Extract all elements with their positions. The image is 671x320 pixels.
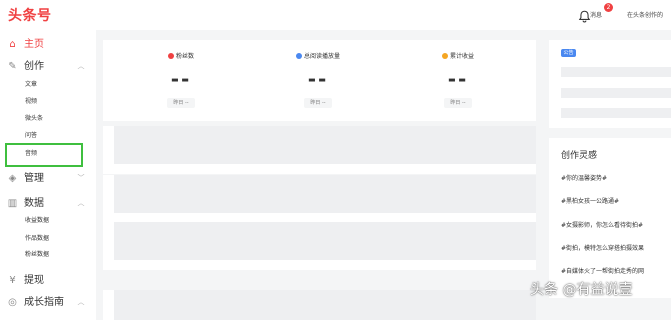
app-logo[interactable]: 头条号 [8,5,52,25]
sidebar-item-label: 创作 [24,61,44,72]
stat-yesterday: 昨日 -- [304,98,332,108]
stat-value: -- [307,67,329,91]
sidebar-item-home[interactable]: ⌂ 主页 [0,36,96,54]
creator-link[interactable]: 在头条创作的 [627,10,663,19]
inspiration-topic[interactable]: #你的温馨姿势# [561,175,607,183]
stat-fans: 粉丝数 -- 昨日 -- [131,40,231,121]
chevron-down-icon: ﹀ [77,174,85,182]
chevron-up-icon: ︿ [77,199,85,207]
stat-revenue: 累计收益 -- 昨日 -- [408,40,508,121]
sidebar-subitem-content-data[interactable]: 作品数据 [25,235,49,243]
notice-card: 公告 [549,40,671,128]
sidebar-item-label: 提现 [24,275,44,286]
sidebar: ⌂ 主页 ✎ 创作 ︿ 文章 视频 微头条 问答 音频 ◈ 管理 ﹀ ▥ 数据 … [0,30,96,320]
inspiration-topic[interactable]: #自媒体火了一帮街拍走秀的网 [561,268,644,276]
play-icon [295,53,302,59]
stats-card: 粉丝数 -- 昨日 -- 总阅读播放量 -- 昨日 -- 累计收益 -- 昨日 … [103,40,536,121]
sidebar-item-label: 管理 [24,173,44,184]
bar-chart-icon: ▥ [7,198,18,209]
stat-yesterday: 昨日 -- [167,98,195,108]
yen-coin-icon: ¥ [9,275,16,286]
inspiration-topic[interactable]: #黑柏女孩一公路通# [561,198,619,206]
stat-title: 总阅读播放量 [303,53,340,60]
notice-placeholder [561,88,671,98]
inspiration-card: 创作灵感 #你的温馨姿势# #黑柏女孩一公路通# #女摄影师，你怎么看待街拍# … [549,138,671,298]
stat-yesterday: 昨日 -- [444,98,472,108]
watermark: 头条 @有益说壹 [530,282,633,298]
chevron-up-icon: ︿ [77,62,85,70]
skeleton-card [103,222,536,270]
stat-value: -- [170,67,192,91]
compass-icon: ◎ [8,297,17,308]
skeleton-bar [114,175,536,213]
skeleton-bar [114,222,536,260]
coin-icon [441,53,448,59]
audio-highlight-box [5,143,83,167]
skeleton-card [103,290,536,320]
stat-title: 累计收益 [449,53,474,60]
sidebar-item-label: 数据 [24,198,44,209]
skeleton-bar [114,290,536,320]
sidebar-item-label: 主页 [24,39,44,50]
stat-title: 粉丝数 [175,53,194,60]
skeleton-bar [114,126,536,164]
sidebar-subitem-article[interactable]: 文章 [25,81,37,89]
sidebar-subitem-fan-data[interactable]: 粉丝数据 [25,251,49,259]
layers-icon: ◈ [8,173,17,184]
stat-value: -- [447,67,469,91]
messages-link[interactable]: 消息 [590,10,602,19]
notice-badge: 公告 [561,49,576,57]
sidebar-item-label: 成长指南 [24,297,64,308]
home-icon: ⌂ [9,39,16,50]
chevron-up-icon: ︿ [77,298,85,306]
sidebar-item-withdraw[interactable]: ¥ 提现 [0,272,96,290]
sidebar-item-growth-guide[interactable]: ◎ 成长指南 ︿ [0,294,96,312]
inspiration-title: 创作灵感 [561,151,598,161]
skeleton-card [103,126,536,174]
fans-icon [167,53,174,59]
sidebar-subitem-video[interactable]: 视频 [25,98,37,106]
notice-placeholder [561,108,671,118]
sidebar-subitem-revenue-data[interactable]: 收益数据 [25,217,49,225]
sidebar-item-manage[interactable]: ◈ 管理 ﹀ [0,170,96,188]
sidebar-subitem-micro-post[interactable]: 微头条 [25,115,43,123]
notification-count-badge: 2 [604,3,613,12]
stat-total-views: 总阅读播放量 -- 昨日 -- [268,40,368,121]
sidebar-item-create[interactable]: ✎ 创作 ︿ [0,58,96,76]
notice-placeholder [561,67,671,77]
pen-icon: ✎ [8,61,17,72]
skeleton-card [103,175,536,223]
sidebar-item-data[interactable]: ▥ 数据 ︿ [0,195,96,213]
inspiration-topic[interactable]: #女摄影师，你怎么看待街拍# [561,222,643,230]
sidebar-subitem-qa[interactable]: 问答 [25,132,37,140]
top-bar: 头条号 2 消息 在头条创作的 [0,0,671,30]
inspiration-topic[interactable]: #街拍，模特怎么穿搭拍摄效果 [561,245,644,253]
